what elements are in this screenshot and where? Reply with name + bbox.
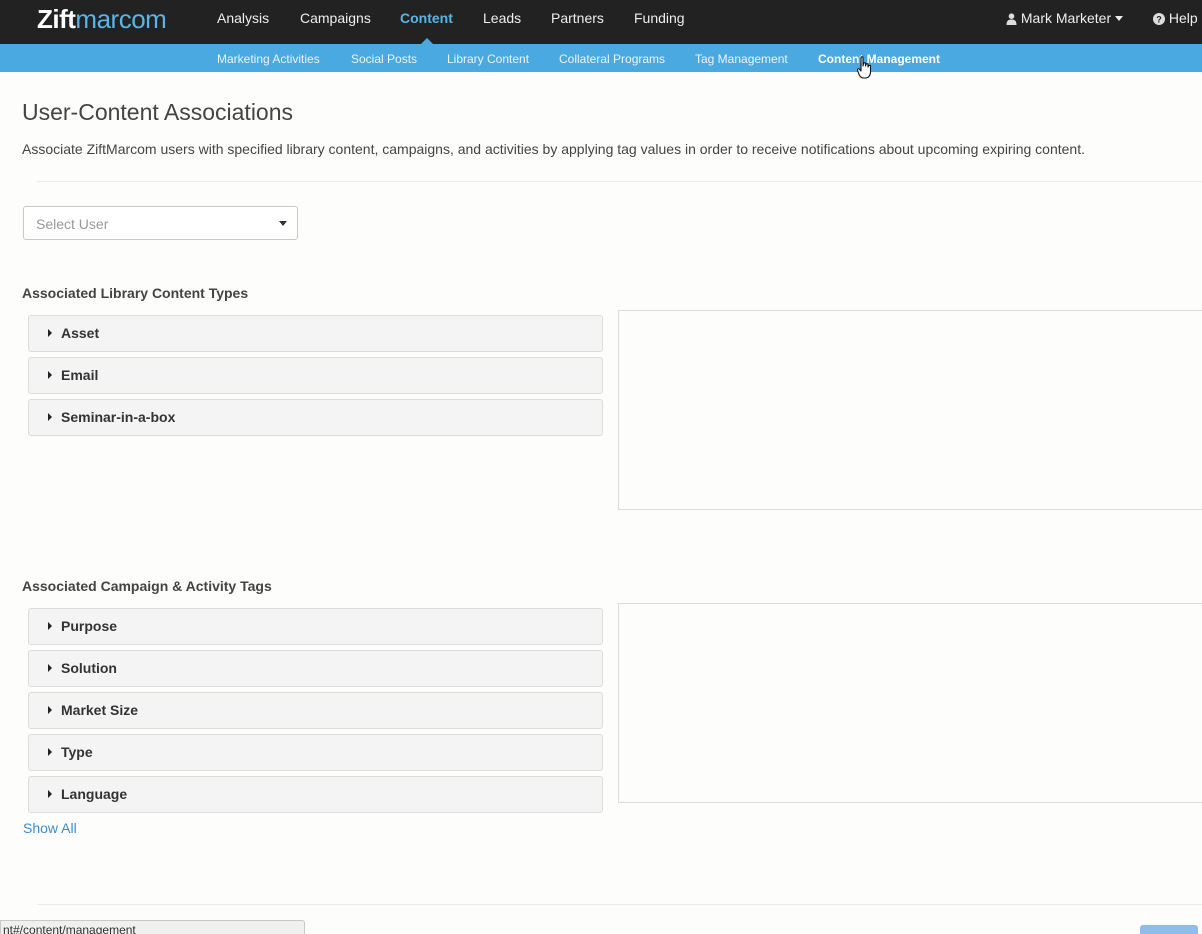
accordion-label: Asset (61, 325, 100, 341)
accordion-label: Type (61, 744, 93, 760)
subnav-marketing-activities[interactable]: Marketing Activities (217, 52, 320, 66)
caret-right-icon (48, 748, 52, 756)
divider (37, 181, 1202, 182)
select-user-dropdown[interactable]: Select User (23, 206, 298, 240)
sub-navbar: Marketing Activities Social Posts Librar… (0, 44, 1202, 72)
tags-section-heading: Associated Campaign & Activity Tags (22, 578, 272, 594)
accordion-email[interactable]: Email (28, 357, 603, 394)
page-title: User-Content Associations (22, 99, 294, 125)
accordion-label: Language (61, 786, 128, 802)
divider (37, 904, 1202, 905)
caret-right-icon (48, 622, 52, 630)
caret-right-icon (48, 706, 52, 714)
subnav-content-management[interactable]: Content Management (818, 52, 940, 66)
svg-text:?: ? (1156, 15, 1162, 25)
show-all-link[interactable]: Show All (23, 820, 77, 836)
page-description: Associate ZiftMarcom users with specifie… (22, 141, 1085, 157)
help-label: Help (1168, 10, 1198, 26)
caret-down-icon (279, 221, 287, 226)
subnav-social-posts[interactable]: Social Posts (351, 52, 417, 66)
accordion-label: Market Size (61, 702, 139, 718)
nav-funding[interactable]: Funding (634, 10, 685, 26)
accordion-market-size[interactable]: Market Size (28, 692, 603, 729)
nav-analysis[interactable]: Analysis (217, 10, 269, 26)
subnav-collateral-programs[interactable]: Collateral Programs (559, 52, 665, 66)
accordion-label: Purpose (61, 618, 118, 634)
user-menu[interactable]: Mark Marketer (1006, 10, 1124, 26)
caret-right-icon (48, 664, 52, 672)
ziftmarcom-logo[interactable]: Ziftmarcom (37, 4, 167, 35)
hand-pointer-icon (856, 56, 873, 85)
user-name: Mark Marketer (1020, 10, 1112, 26)
top-navbar: Ziftmarcom Analysis Campaigns Content Le… (0, 0, 1202, 44)
nav-partners[interactable]: Partners (551, 10, 604, 26)
accordion-label: Email (61, 367, 99, 383)
save-button[interactable] (1140, 925, 1198, 934)
library-selection-panel (618, 310, 1202, 510)
caret-right-icon (48, 329, 52, 337)
accordion-solution[interactable]: Solution (28, 650, 603, 687)
nav-content[interactable]: Content (400, 10, 453, 26)
library-section-heading: Associated Library Content Types (22, 285, 249, 301)
accordion-seminar-in-a-box[interactable]: Seminar-in-a-box (28, 399, 603, 436)
user-icon (1006, 10, 1017, 26)
caret-right-icon (48, 371, 52, 379)
accordion-purpose[interactable]: Purpose (28, 608, 603, 645)
select-user-placeholder: Select User (36, 216, 109, 232)
subnav-tag-management[interactable]: Tag Management (695, 52, 788, 66)
logo-text-bold: Zift (37, 4, 76, 34)
accordion-label: Solution (61, 660, 117, 676)
accordion-label: Seminar-in-a-box (61, 409, 176, 425)
accordion-language[interactable]: Language (28, 776, 603, 813)
question-circle-icon: ? (1153, 10, 1165, 26)
nav-leads[interactable]: Leads (483, 10, 521, 26)
help-link[interactable]: ? Help (1153, 10, 1198, 26)
accordion-asset[interactable]: Asset (28, 315, 603, 352)
browser-status-bar: nt#/content/management (0, 920, 305, 934)
caret-right-icon (48, 790, 52, 798)
logo-text-thin: marcom (75, 4, 167, 34)
caret-down-icon (1115, 16, 1124, 21)
subnav-library-content[interactable]: Library Content (447, 52, 529, 66)
accordion-type[interactable]: Type (28, 734, 603, 771)
caret-right-icon (48, 413, 52, 421)
nav-campaigns[interactable]: Campaigns (300, 10, 371, 26)
tags-selection-panel (618, 603, 1202, 803)
